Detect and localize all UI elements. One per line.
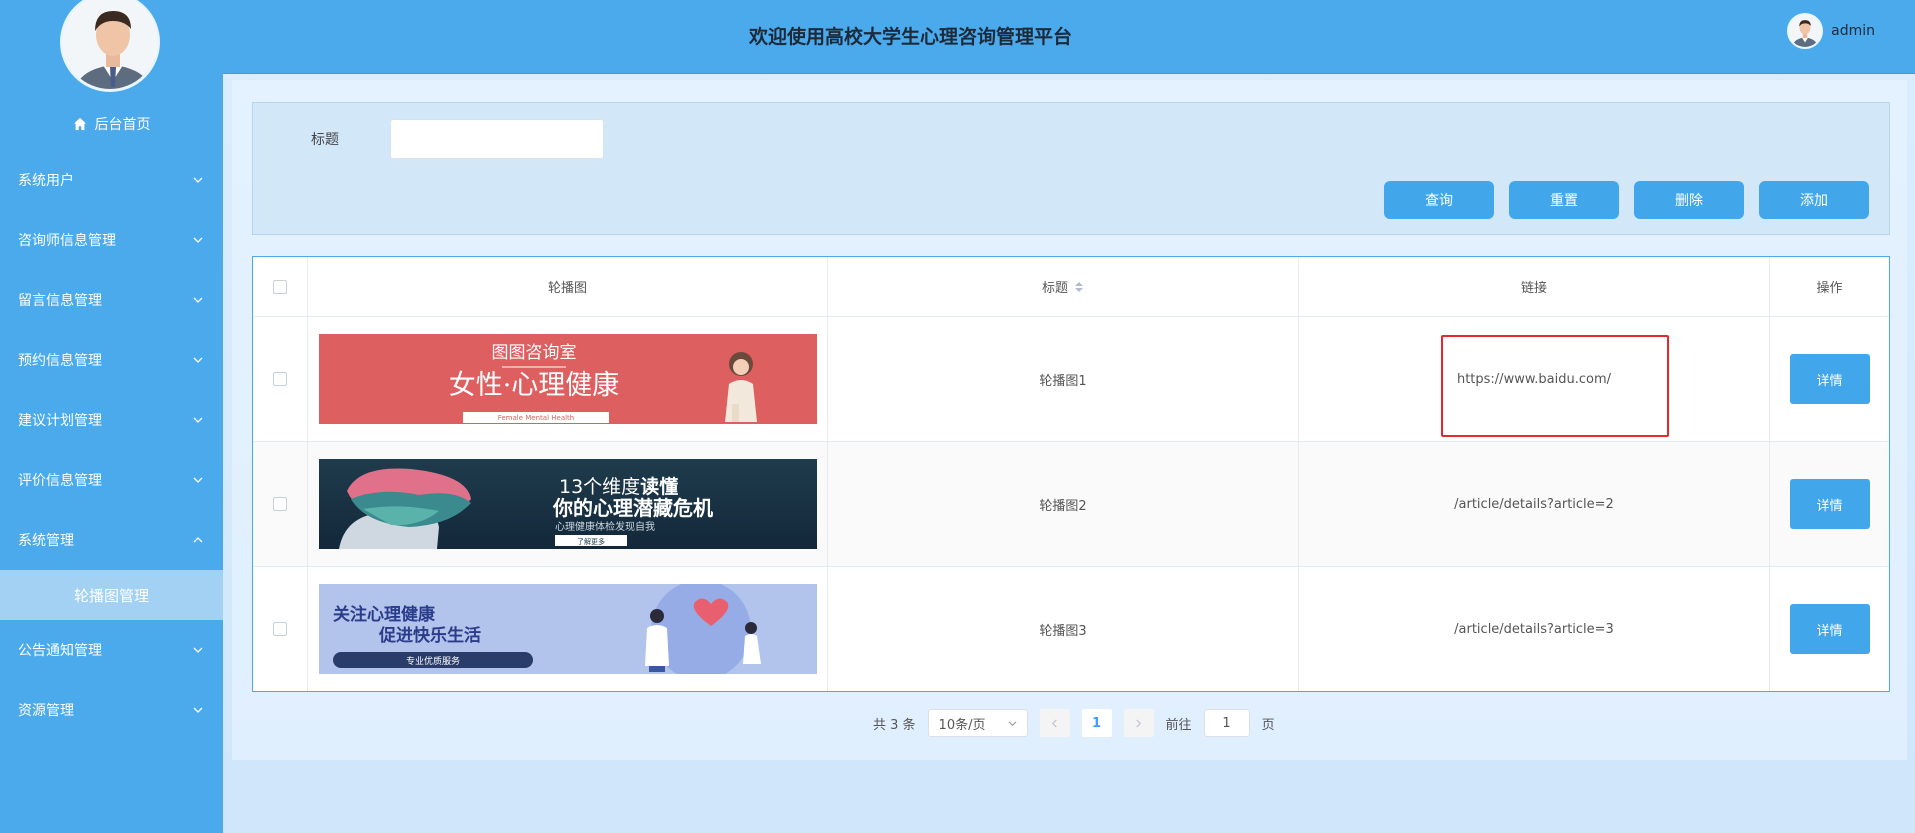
row-checkbox[interactable] [273,372,287,386]
detail-button[interactable]: 详情 [1789,479,1870,529]
detail-button[interactable]: 详情 [1789,604,1870,654]
chevron-down-icon [193,417,203,423]
sidebar-item-system-management[interactable]: 系统管理 [0,510,223,570]
chevron-down-icon [193,357,203,363]
chevron-down-icon [193,647,203,653]
banner-image: 图图咨询室 女性·心理健康 Female Mental Health [318,334,817,424]
sidebar-item-appointments[interactable]: 预约信息管理 [0,330,223,390]
row-checkbox[interactable] [273,497,287,511]
home-icon [73,117,86,131]
sidebar-item-label: 系统管理 [18,533,74,549]
sidebar-item-label: 咨询师信息管理 [18,233,116,249]
next-page-button[interactable] [1123,709,1154,737]
sidebar-item-system-users[interactable]: 系统用户 [0,150,223,210]
banner-image: 13个维度读懂 你的心理潜藏危机 心理健康体检发现自我 了解更多 [318,459,817,549]
chevron-up-icon [193,537,203,543]
sidebar-subitem-label: 轮播图管理 [73,586,149,605]
sidebar-item-counselor-info[interactable]: 咨询师信息管理 [0,210,223,270]
row-title: 轮播图1 [828,317,1299,441]
banner-text: 女性·心理健康 [448,370,619,401]
goto-suffix: 页 [1261,717,1275,733]
column-header-title[interactable]: 标题 [828,257,1299,316]
highlight-annotation-box [1441,335,1669,437]
username: admin [1831,23,1875,39]
page-size-value: 10条/页 [938,717,986,733]
row-link: /article/details?article=2 [1299,442,1770,566]
home-link[interactable]: 后台首页 [0,112,223,136]
reset-button[interactable]: 重置 [1509,181,1619,219]
banner-text: 了解更多 [577,537,605,546]
pagination-total: 共 3 条 [873,717,916,733]
home-link-label: 后台首页 [94,117,151,133]
chevron-down-icon [193,707,203,713]
table-header-row: 轮播图 标题 链接 操作 [253,257,1889,317]
row-link: /article/details?article=3 [1299,567,1770,691]
chevron-right-icon [1136,718,1142,728]
sidebar-item-plans[interactable]: 建议计划管理 [0,390,223,450]
goto-page-input[interactable] [1203,709,1250,737]
sidebar-item-label: 评价信息管理 [18,473,102,489]
row-title: 轮播图2 [828,442,1299,566]
chevron-down-icon [193,297,203,303]
select-all-checkbox[interactable] [273,279,287,294]
page-size-select[interactable]: 10条/页 [927,709,1028,737]
banner-text: 图图咨询室 [491,343,576,363]
user-avatar [1787,13,1824,49]
avatar-person-icon [63,0,157,89]
add-button[interactable]: 添加 [1759,181,1869,219]
column-header-title-label: 标题 [1041,281,1068,296]
sidebar-item-label: 资源管理 [18,703,74,719]
chevron-left-icon [1051,718,1057,728]
chevron-down-icon [193,237,203,243]
avatar [60,0,160,92]
chevron-down-icon [193,177,203,183]
user-menu[interactable]: admin [1787,13,1875,49]
column-header-action: 操作 [1816,281,1843,296]
sidebar-menu: 系统用户 咨询师信息管理 留言信息管理 预约信息管理 建议计划管理 评价信息管理… [0,150,223,740]
goto-prefix: 前往 [1165,717,1192,733]
banner-text: 关注心理健康 [333,604,436,625]
detail-button[interactable]: 详情 [1789,354,1870,404]
delete-button[interactable]: 删除 [1634,181,1744,219]
avatar-person-icon [1789,15,1822,47]
title-filter-label: 标题 [311,132,339,148]
banner-text: 你的心理潜藏危机 [552,496,713,520]
query-button[interactable]: 查询 [1384,181,1494,219]
sort-icon[interactable] [1074,281,1084,293]
title-search-input[interactable] [390,119,604,159]
banner-text: 13个维度读懂 [559,475,678,498]
sidebar-item-label: 系统用户 [18,173,74,189]
sidebar: 后台首页 系统用户 咨询师信息管理 留言信息管理 预约信息管理 建议计划管理 评… [0,0,223,833]
banner-text: Female Mental Health [497,414,574,422]
row-title: 轮播图3 [828,567,1299,691]
sidebar-item-label: 留言信息管理 [18,293,102,309]
sidebar-item-label: 公告通知管理 [18,643,102,659]
sidebar-subitem-banner-management[interactable]: 轮播图管理 [0,570,223,620]
banner-text: 心理健康体检发现自我 [555,520,655,533]
search-panel: 标题 查询 重置 删除 添加 [252,102,1890,235]
column-header-link: 链接 [1299,257,1770,316]
banner-image: 关注心理健康 促进快乐生活 专业优质服务 [318,584,817,674]
row-checkbox[interactable] [273,622,287,636]
sidebar-item-label: 建议计划管理 [18,413,102,429]
sidebar-item-reviews[interactable]: 评价信息管理 [0,450,223,510]
woman-illustration-icon [724,352,757,422]
page-title: 欢迎使用高校大学生心理咨询管理平台 [748,26,1072,48]
sidebar-item-announcements[interactable]: 公告通知管理 [0,620,223,680]
sidebar-item-label: 预约信息管理 [18,353,102,369]
top-header: 欢迎使用高校大学生心理咨询管理平台 admin [223,0,1915,74]
banner-table: 轮播图 标题 链接 操作 图图咨询室 女性·心理健康 Female Mental… [252,256,1890,692]
pagination: 共 3 条 10条/页 1 前往 页 [873,708,1275,738]
prev-page-button[interactable] [1039,709,1070,737]
banner-text: 专业优质服务 [405,655,459,667]
table-row: 关注心理健康 促进快乐生活 专业优质服务 轮播图3 /article/detai… [253,567,1889,691]
sidebar-item-messages[interactable]: 留言信息管理 [0,270,223,330]
sidebar-item-resources[interactable]: 资源管理 [0,680,223,740]
table-row: 13个维度读懂 你的心理潜藏危机 心理健康体检发现自我 了解更多 轮播图2 /a… [253,442,1889,567]
page-number-current[interactable]: 1 [1081,709,1112,737]
banner-text: 促进快乐生活 [378,625,481,646]
chevron-down-icon [1008,720,1017,726]
column-header-image: 轮播图 [308,257,828,316]
chevron-down-icon [193,477,203,483]
